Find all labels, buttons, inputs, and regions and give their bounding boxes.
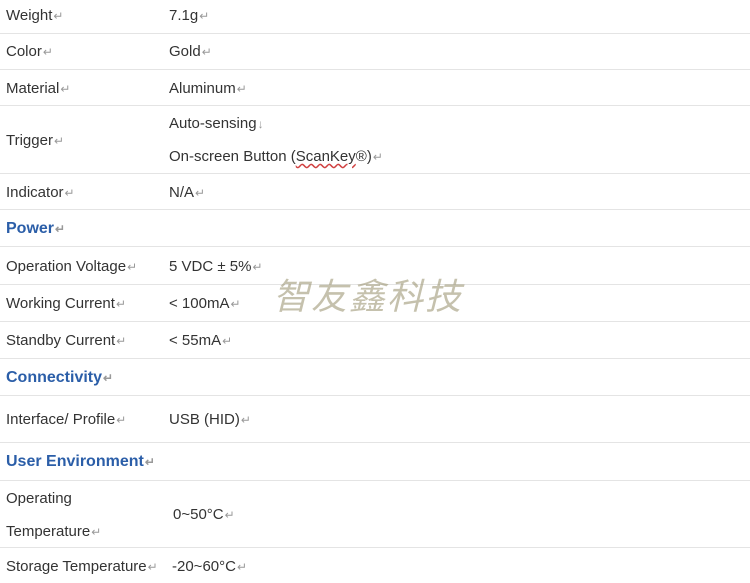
indicator-label: Indicator↵ bbox=[6, 184, 75, 201]
watermark-text: 智友鑫科技 bbox=[273, 277, 464, 318]
spec-row-interface-profile: Interface/ Profile↵ USB (HID)↵ bbox=[0, 396, 750, 443]
spec-row-operating-temperature: Operating Temperature↵ 0~50°C↵ bbox=[0, 481, 750, 548]
spec-row-trigger: Trigger↵ Auto-sensing↓ On-screen Button … bbox=[0, 106, 750, 174]
section-row-connectivity: Connectivity↵ bbox=[0, 359, 750, 396]
operating-temperature-value: 0~50°C↵ bbox=[173, 506, 235, 523]
weight-value: 7.1g↵ bbox=[169, 7, 210, 24]
section-row-power: Power↵ bbox=[0, 210, 750, 247]
operating-temperature-label-line2: Temperature↵ bbox=[6, 523, 102, 540]
standby-current-label: Standby Current↵ bbox=[6, 332, 127, 349]
trigger-label: Trigger↵ bbox=[6, 132, 65, 149]
operating-temperature-label-line1: Operating bbox=[6, 490, 72, 507]
interface-profile-label: Interface/ Profile↵ bbox=[6, 411, 127, 428]
spec-row-color: Color↵ Gold↵ bbox=[0, 34, 750, 70]
section-row-user-environment: User Environment↵ bbox=[0, 443, 750, 481]
spec-row-indicator: Indicator↵ N/A↵ bbox=[0, 174, 750, 210]
weight-label: Weight↵ bbox=[6, 7, 64, 24]
trigger-value-line1: Auto-sensing↓ bbox=[169, 115, 264, 132]
color-value: Gold↵ bbox=[169, 43, 212, 60]
spec-row-material: Material↵ Aluminum↵ bbox=[0, 70, 750, 106]
material-label: Material↵ bbox=[6, 80, 71, 97]
section-title-user-environment: User Environment↵ bbox=[6, 453, 155, 470]
trigger-value-line2: On-screen Button (ScanKey®)↵ bbox=[169, 148, 383, 165]
working-current-label: Working Current↵ bbox=[6, 295, 126, 312]
material-value: Aluminum↵ bbox=[169, 80, 247, 97]
spec-row-standby-current: Standby Current↵ < 55mA↵ bbox=[0, 322, 750, 359]
interface-profile-value: USB (HID)↵ bbox=[169, 411, 251, 428]
storage-temperature-value: -20~60°C↵ bbox=[172, 558, 248, 575]
indicator-value: N/A↵ bbox=[169, 184, 206, 201]
working-current-value: < 100mA↵ bbox=[169, 295, 241, 312]
operation-voltage-label: Operation Voltage↵ bbox=[6, 258, 138, 275]
color-label: Color↵ bbox=[6, 43, 53, 60]
standby-current-value: < 55mA↵ bbox=[169, 332, 233, 349]
storage-temperature-label: Storage Temperature↵ bbox=[6, 558, 158, 575]
section-title-connectivity: Connectivity↵ bbox=[6, 369, 114, 386]
section-title-power: Power↵ bbox=[6, 220, 66, 237]
operation-voltage-value: 5 VDC ± 5%↵ bbox=[169, 258, 263, 275]
spec-row-storage-temperature: Storage Temperature↵ -20~60°C↵ bbox=[0, 548, 750, 583]
spec-row-weight: Weight↵ 7.1g↵ bbox=[0, 0, 750, 34]
